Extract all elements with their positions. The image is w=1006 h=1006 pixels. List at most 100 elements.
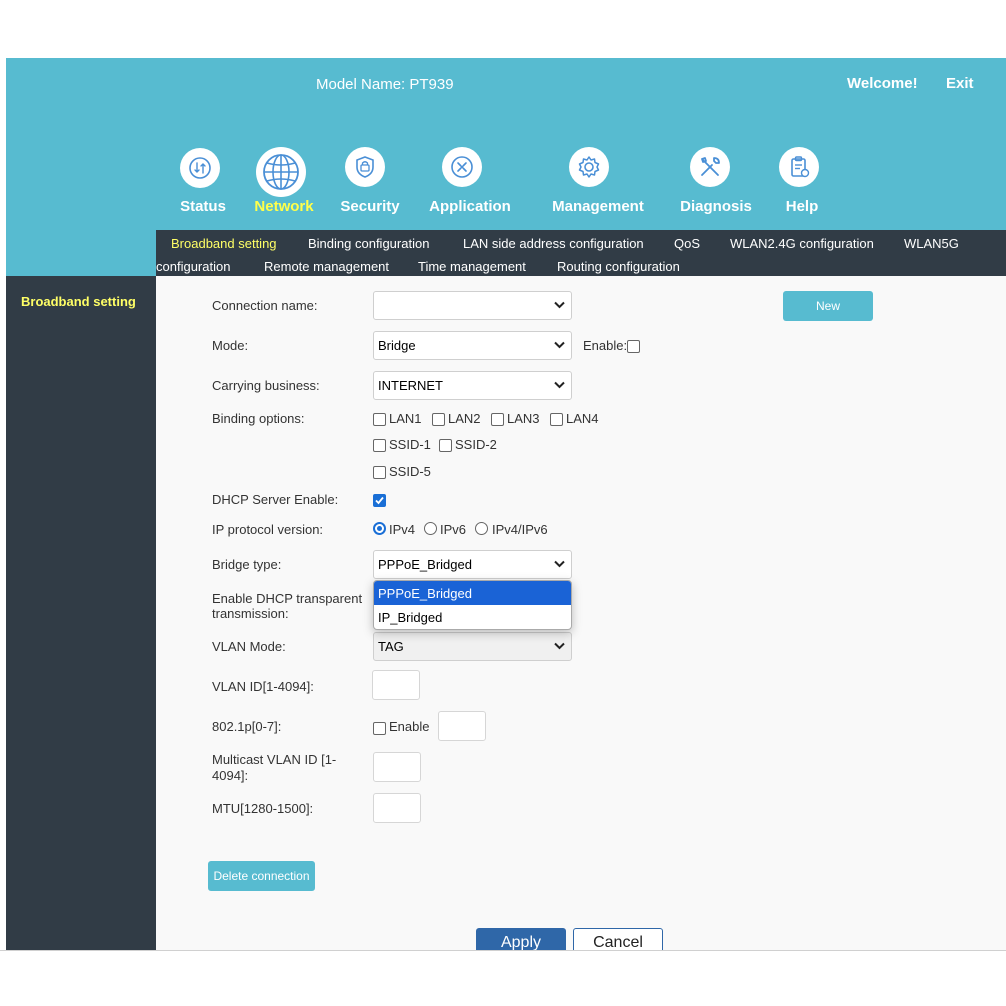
help-clipboard-icon — [779, 147, 819, 187]
chevron-down-icon — [554, 301, 565, 309]
ipv4-radio[interactable] — [373, 522, 386, 535]
mode-label: Mode: — [212, 338, 249, 353]
ipv4v6-label: IPv4/IPv6 — [492, 522, 548, 537]
gear-icon — [569, 147, 609, 187]
dhcp-transparent-label-line1: Enable DHCP transparent — [212, 591, 363, 606]
bridge-type-select[interactable]: PPPoE_Bridged — [373, 550, 572, 579]
dhcp-server-checkbox[interactable] — [373, 494, 386, 507]
mode-select[interactable]: Bridge — [373, 331, 572, 360]
mtu-input[interactable] — [373, 793, 421, 823]
nav-application[interactable]: Application — [429, 58, 511, 230]
multicast-vlan-label-line2: 4094]: — [212, 768, 249, 783]
p8021-label: 802.1p[0-7]: — [212, 719, 282, 734]
welcome-text: Welcome! — [847, 75, 918, 92]
multicast-vlan-label-line1: Multicast VLAN ID [1- — [212, 752, 337, 767]
bridge-type-label: Bridge type: — [212, 557, 282, 572]
nav-security-label: Security — [340, 198, 400, 215]
chevron-down-icon — [554, 642, 565, 650]
ssid1-checkbox[interactable] — [373, 439, 386, 452]
nav-management[interactable]: Management — [552, 58, 644, 230]
submenu-routing-configuration[interactable]: Routing configuration — [557, 259, 680, 274]
enable-label: Enable: — [583, 338, 628, 353]
shield-icon — [345, 147, 385, 187]
lan4-checkbox[interactable] — [550, 413, 563, 426]
network-submenu: Broadband setting Binding configuration … — [156, 230, 1006, 276]
carrying-business-select[interactable]: INTERNET — [373, 371, 572, 400]
nav-status-label: Status — [180, 198, 226, 215]
ipv6-radio[interactable] — [424, 522, 437, 535]
ssid5-checkbox[interactable] — [373, 466, 386, 479]
submenu-broadband-setting[interactable]: Broadband setting — [171, 236, 277, 251]
vlan-id-input[interactable] — [372, 670, 420, 700]
nav-status[interactable]: Status — [180, 58, 226, 230]
p8021-enable-label: Enable — [389, 719, 430, 734]
application-icon — [442, 147, 482, 187]
bridge-type-dropdown-list: PPPoE_Bridged IP_Bridged — [373, 580, 572, 630]
lan4-label: LAN4 — [566, 411, 599, 426]
binding-options-label: Binding options: — [212, 411, 305, 426]
ipv4-label: IPv4 — [389, 522, 416, 537]
ssid2-checkbox[interactable] — [439, 439, 452, 452]
tools-icon — [690, 147, 730, 187]
new-button[interactable]: New — [783, 291, 873, 321]
enable-checkbox[interactable] — [627, 340, 640, 353]
vlan-mode-select[interactable]: TAG — [373, 632, 572, 661]
ssid5-label: SSID-5 — [389, 464, 431, 479]
connection-name-select[interactable] — [373, 291, 572, 320]
submenu-wlan24g[interactable]: WLAN2.4G configuration — [730, 236, 874, 251]
carrying-business-label: Carrying business: — [212, 378, 320, 393]
ipv6-label: IPv6 — [440, 522, 467, 537]
p8021-enable-checkbox[interactable] — [373, 722, 386, 735]
apply-button[interactable]: Apply — [476, 928, 566, 950]
nav-help[interactable]: Help — [779, 58, 821, 230]
cancel-button[interactable]: Cancel — [573, 928, 663, 950]
ssid2-label: SSID-2 — [455, 437, 497, 452]
submenu-qos[interactable]: QoS — [674, 236, 700, 251]
vlan-mode-label: VLAN Mode: — [212, 639, 286, 654]
lan1-checkbox[interactable] — [373, 413, 386, 426]
submenu-remote-management[interactable]: Remote management — [264, 259, 389, 274]
sidebar: Broadband setting — [6, 276, 156, 950]
bridge-type-value: PPPoE_Bridged — [378, 557, 472, 572]
mtu-label: MTU[1280-1500]: — [212, 801, 314, 816]
nav-diagnosis[interactable]: Diagnosis — [680, 58, 752, 230]
submenu-binding-configuration[interactable]: Binding configuration — [308, 236, 429, 251]
exit-link[interactable]: Exit — [946, 75, 974, 92]
submenu-wlan5g[interactable]: WLAN5G — [904, 236, 959, 251]
ipv4v6-radio[interactable] — [475, 522, 488, 535]
nav-application-label: Application — [429, 198, 511, 215]
vlan-mode-value: TAG — [378, 639, 404, 654]
chevron-down-icon — [554, 560, 565, 568]
lan2-label: LAN2 — [448, 411, 481, 426]
router-admin-app: Model Name: PT939 Welcome! Exit Status N… — [6, 58, 1006, 950]
submenu-time-management[interactable]: Time management — [418, 259, 526, 274]
globe-icon — [256, 147, 306, 197]
submenu-wlan5g-cont[interactable]: configuration — [156, 259, 230, 274]
lan3-label: LAN3 — [507, 411, 540, 426]
nav-diagnosis-label: Diagnosis — [680, 198, 752, 215]
nav-network[interactable]: Network — [254, 58, 314, 230]
lan3-checkbox[interactable] — [491, 413, 504, 426]
dhcp-transparent-label-line2: transmission: — [212, 606, 289, 621]
check-icon — [375, 496, 384, 505]
lan1-label: LAN1 — [389, 411, 422, 426]
p8021-input[interactable] — [438, 711, 486, 741]
multicast-vlan-input[interactable] — [373, 752, 421, 782]
broadband-form: Connection name: New Mode: Bridge Enable… — [156, 276, 1006, 950]
dhcp-server-label: DHCP Server Enable: — [212, 492, 339, 507]
dropdown-option-pppoe-bridged[interactable]: PPPoE_Bridged — [374, 581, 571, 605]
nav-network-label: Network — [254, 198, 314, 215]
status-icon — [180, 148, 220, 188]
delete-connection-button[interactable]: Delete connection — [208, 861, 315, 891]
mode-value: Bridge — [378, 338, 416, 353]
nav-management-label: Management — [552, 198, 644, 215]
dropdown-option-ip-bridged[interactable]: IP_Bridged — [374, 605, 571, 629]
nav-security[interactable]: Security — [340, 58, 400, 230]
ip-protocol-label: IP protocol version: — [212, 522, 324, 537]
lan2-checkbox[interactable] — [432, 413, 445, 426]
chevron-down-icon — [554, 381, 565, 389]
sidebar-item-broadband-setting[interactable]: Broadband setting — [21, 294, 136, 309]
window-bottom-border — [0, 950, 1006, 951]
submenu-lan-side-address[interactable]: LAN side address configuration — [463, 236, 644, 251]
nav-help-label: Help — [785, 198, 819, 215]
